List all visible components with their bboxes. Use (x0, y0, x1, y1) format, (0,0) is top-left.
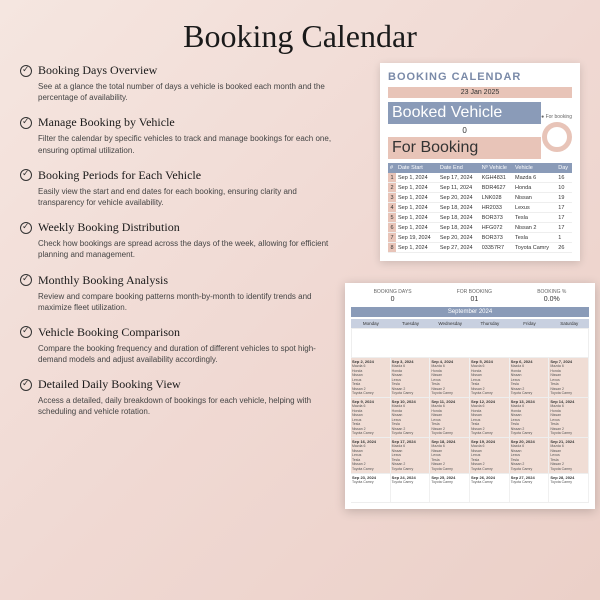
calendar-cell: Sep 2, 2024Mazda 6HondaNissanLexusTeslaN… (351, 358, 391, 397)
feature-desc: Check how bookings are spread across the… (20, 238, 335, 260)
page-title: Booking Calendar (0, 0, 600, 63)
calendar-cell: Sep 7, 2024Mazda 6HondaNissanLexusTeslaN… (549, 358, 589, 397)
feature-title: Detailed Daily Booking View (38, 377, 181, 392)
calendar-week: Sep 16, 2024Mazda 6NissanLexusTeslaNissa… (351, 438, 589, 473)
table-row: 7Sep 19, 2024Sep 20, 2024BOR373Tesla1 (388, 233, 572, 243)
feature-title: Weekly Booking Distribution (38, 220, 180, 235)
table-header: Date Start (396, 163, 438, 173)
feature-item: Manage Booking by Vehicle Filter the cale… (20, 115, 335, 155)
calendar-cell: Sep 28, 2024Toyota Camry (549, 474, 589, 502)
donut-chart-icon (542, 122, 572, 152)
calendar-week: Sep 9, 2024Mazda 6HondaNissanLexusTeslaN… (351, 398, 589, 438)
calendar-cell: Sep 5, 2024Mazda 6HondaNissanLexusTeslaN… (470, 358, 510, 397)
feature-item: Vehicle Booking Comparison Compare the bo… (20, 325, 335, 365)
booked-label: Booked Vehicle (388, 102, 541, 124)
preview-sheet-top: BOOKING CALENDAR 23 Jan 2025 Booked Vehi… (380, 63, 580, 261)
calendar-cell: Sep 19, 2024Mazda 6NissanLexusTeslaNissa… (470, 438, 510, 472)
feature-desc: Easily view the start and end dates for … (20, 186, 335, 208)
calendar-cell: Sep 10, 2024Mazda 6HondaNissanLexusTesla… (391, 398, 431, 437)
day-header: Tuesday (391, 319, 431, 328)
check-icon (20, 274, 32, 286)
calendar-cell: Sep 14, 2024Mazda 6HondaNissanLexusTesla… (549, 398, 589, 437)
feature-desc: See at a glance the total number of days… (20, 81, 335, 103)
calendar-cell: Sep 21, 2024Mazda 6NissanLexusTeslaNissa… (549, 438, 589, 472)
feature-title: Manage Booking by Vehicle (38, 115, 175, 130)
stat-box: BOOKING DAYS0 (374, 289, 412, 303)
date-bar: 23 Jan 2025 (388, 87, 572, 98)
calendar-cell: Sep 18, 2024Mazda 6NissanLexusTeslaNissa… (430, 438, 470, 472)
booked-value: 0 (388, 124, 541, 137)
feature-item: Weekly Booking Distribution Check how boo… (20, 220, 335, 260)
calendar-cell: Sep 12, 2024Mazda 6HondaNissanLexusTesla… (470, 398, 510, 437)
check-icon (20, 65, 32, 77)
table-row: 1Sep 1, 2024Sep 17, 2024KGH4831Mazda 616 (388, 173, 572, 183)
feature-desc: Compare the booking frequency and durati… (20, 343, 335, 365)
calendar-week: Sep 2, 2024Mazda 6HondaNissanLexusTeslaN… (351, 358, 589, 398)
for-booking-label: For Booking (388, 137, 541, 159)
table-header: Date End (438, 163, 480, 173)
check-icon (20, 222, 32, 234)
feature-title: Vehicle Booking Comparison (38, 325, 180, 340)
stat-box: FOR BOOKING01 (457, 289, 492, 303)
table-row: 4Sep 1, 2024Sep 18, 2024HR2033Lexus17 (388, 203, 572, 213)
calendar-cell: Sep 20, 2024Mazda 6NissanLexusTeslaNissa… (510, 438, 550, 472)
preview-sheet-bottom: BOOKING DAYS0FOR BOOKING01BOOKING %0.0% … (345, 283, 595, 509)
table-header: Vehicle (513, 163, 556, 173)
calendar-cell: Sep 17, 2024Mazda 6NissanLexusTeslaNissa… (391, 438, 431, 472)
day-header: Thursday (470, 319, 510, 328)
sheet-title: BOOKING CALENDAR (388, 71, 572, 83)
for-booking-value (388, 159, 541, 163)
feature-title: Booking Days Overview (38, 63, 157, 78)
day-header: Wednesday (430, 319, 470, 328)
feature-desc: Review and compare booking patterns mont… (20, 291, 335, 313)
calendar-cell: Sep 25, 2024Toyota Camry (430, 474, 470, 502)
table-header: Nº Vehicle (480, 163, 513, 173)
feature-desc: Access a detailed, daily breakdown of bo… (20, 395, 335, 417)
legend-label: For booking (546, 114, 572, 120)
check-icon (20, 169, 32, 181)
table-row: 8Sep 1, 2024Sep 27, 202403357R7Toyota Ca… (388, 243, 572, 253)
booking-table: #Date StartDate EndNº VehicleVehicleDay … (388, 163, 572, 253)
calendar-cell: Sep 13, 2024Mazda 6HondaNissanLexusTesla… (510, 398, 550, 437)
table-header: # (388, 163, 396, 173)
feature-item: Detailed Daily Booking View Access a deta… (20, 377, 335, 417)
calendar-cell: Sep 11, 2024Mazda 6HondaNissanLexusTesla… (430, 398, 470, 437)
day-header: Friday (510, 319, 550, 328)
check-icon (20, 326, 32, 338)
calendar-cell: Sep 4, 2024Mazda 6HondaNissanLexusTeslaN… (430, 358, 470, 397)
table-row: 5Sep 1, 2024Sep 18, 2024BOR373Tesla17 (388, 213, 572, 223)
feature-title: Booking Periods for Each Vehicle (38, 168, 201, 183)
calendar-cell: Sep 24, 2024Toyota Camry (391, 474, 431, 502)
calendar-cell: Sep 6, 2024Mazda 6HondaNissanLexusTeslaN… (510, 358, 550, 397)
feature-list: Booking Days Overview See at a glance the… (20, 63, 345, 430)
calendar-cell: Sep 9, 2024Mazda 6HondaNissanLexusTeslaN… (351, 398, 391, 437)
check-icon (20, 379, 32, 391)
calendar-cell: Sep 27, 2024Toyota Camry (510, 474, 550, 502)
calendar-cell: Sep 3, 2024Mazda 6HondaNissanLexusTeslaN… (391, 358, 431, 397)
table-header: Day (556, 163, 572, 173)
check-icon (20, 117, 32, 129)
calendar-week: Sep 23, 2024Toyota CamrySep 24, 2024Toyo… (351, 474, 589, 503)
day-header: Monday (351, 319, 391, 328)
calendar-cell: Sep 16, 2024Mazda 6NissanLexusTeslaNissa… (351, 438, 391, 472)
table-row: 6Sep 1, 2024Sep 18, 2024HFG072Nissan 217 (388, 223, 572, 233)
calendar-cell: Sep 23, 2024Toyota Camry (351, 474, 391, 502)
calendar-cell: Sep 26, 2024Toyota Camry (470, 474, 510, 502)
feature-item: Monthly Booking Analysis Review and compa… (20, 273, 335, 313)
feature-item: Booking Periods for Each Vehicle Easily v… (20, 168, 335, 208)
table-row: 2Sep 1, 2024Sep 11, 2024BDR4627Honda10 (388, 183, 572, 193)
feature-item: Booking Days Overview See at a glance the… (20, 63, 335, 103)
stat-box: BOOKING %0.0% (537, 289, 566, 303)
table-row: 3Sep 1, 2024Sep 20, 2024LNK028Nissan19 (388, 193, 572, 203)
feature-title: Monthly Booking Analysis (38, 273, 168, 288)
month-header: September 2024 (351, 307, 589, 317)
feature-desc: Filter the calendar by specific vehicles… (20, 133, 335, 155)
day-header: Saturday (549, 319, 589, 328)
